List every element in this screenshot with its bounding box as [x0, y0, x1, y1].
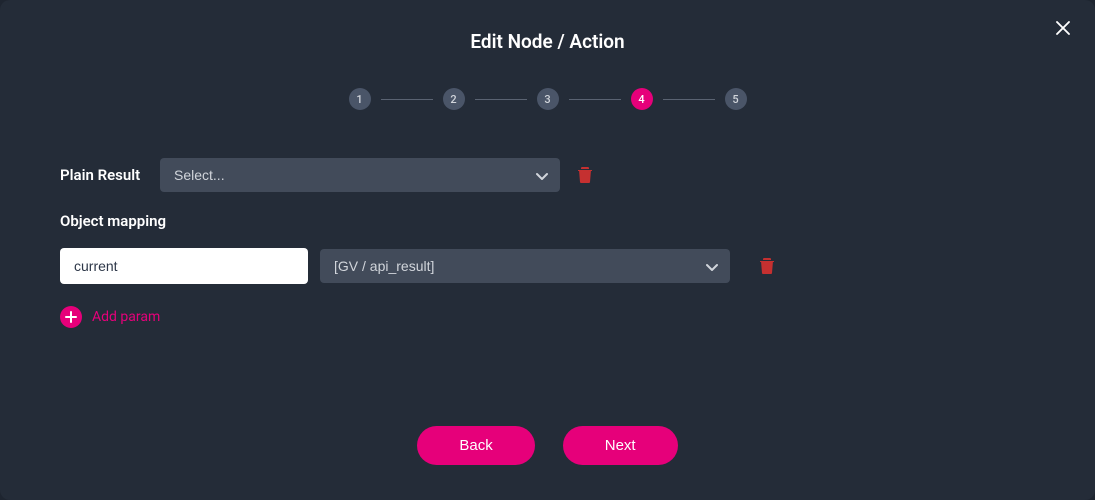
- step-line: [663, 99, 715, 100]
- next-button[interactable]: Next: [563, 426, 678, 465]
- stepper: 1 2 3 4 5: [60, 88, 1035, 110]
- add-param-label: Add param: [92, 309, 160, 325]
- mapping-value-select[interactable]: [GV / api_result]: [320, 249, 730, 283]
- close-icon: [1054, 19, 1072, 37]
- add-param-button[interactable]: Add param: [60, 306, 160, 328]
- plain-result-label: Plain Result: [60, 166, 160, 184]
- plain-result-row: Plain Result Select...: [60, 158, 1035, 192]
- modal-title: Edit Node / Action: [60, 30, 1035, 53]
- object-mapping-row: [GV / api_result]: [60, 248, 1035, 284]
- plus-icon: [60, 306, 82, 328]
- step-4[interactable]: 4: [631, 88, 653, 110]
- step-2[interactable]: 2: [443, 88, 465, 110]
- step-line: [381, 99, 433, 100]
- modal-footer: Back Next: [0, 426, 1095, 465]
- edit-node-modal: Edit Node / Action 1 2 3 4 5 Plain Resul…: [0, 0, 1095, 500]
- trash-icon: [760, 258, 774, 274]
- delete-mapping-button[interactable]: [760, 258, 774, 274]
- plain-result-select-wrap: Select...: [160, 158, 560, 192]
- step-1[interactable]: 1: [349, 88, 371, 110]
- step-line: [569, 99, 621, 100]
- step-5[interactable]: 5: [725, 88, 747, 110]
- mapping-value-select-wrap: [GV / api_result]: [320, 249, 730, 283]
- close-button[interactable]: [1053, 18, 1073, 38]
- trash-icon: [578, 167, 592, 183]
- delete-plain-result-button[interactable]: [578, 167, 592, 183]
- mapping-key-input[interactable]: [60, 248, 308, 284]
- step-3[interactable]: 3: [537, 88, 559, 110]
- plain-result-select[interactable]: Select...: [160, 158, 560, 192]
- step-line: [475, 99, 527, 100]
- back-button[interactable]: Back: [417, 426, 534, 465]
- object-mapping-label: Object mapping: [60, 212, 1035, 230]
